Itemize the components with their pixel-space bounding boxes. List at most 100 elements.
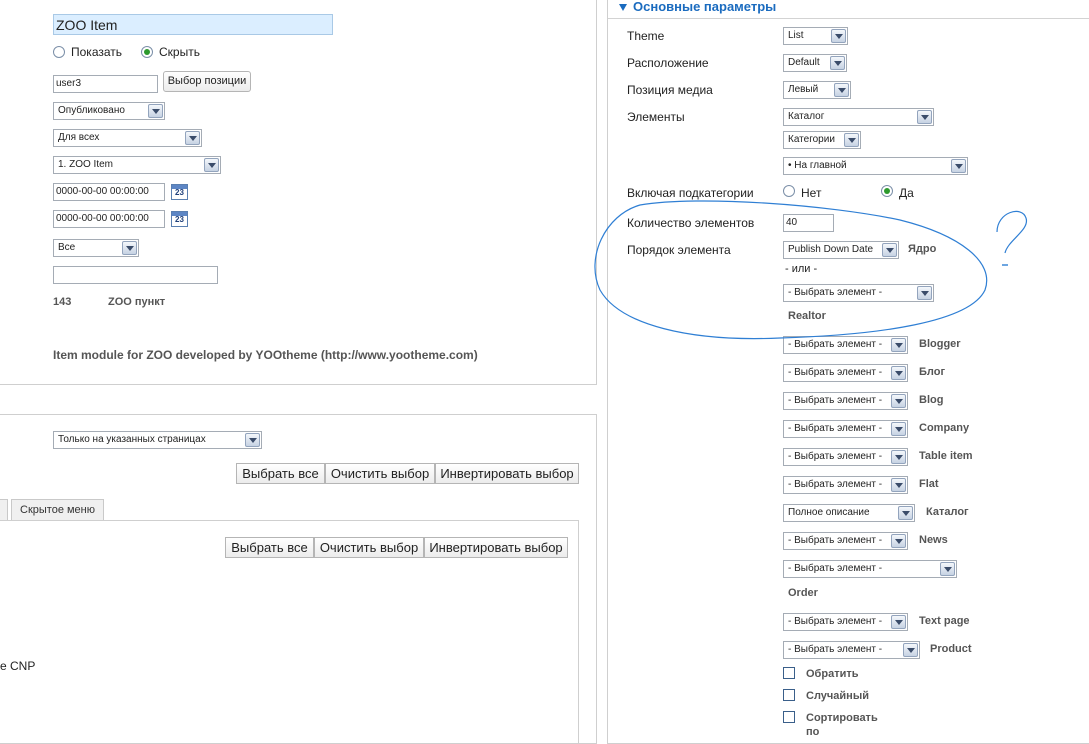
publish-up-input[interactable]: 0000-00-00 00:00:00 [53, 183, 165, 201]
subcat-no-radio[interactable] [783, 185, 795, 197]
element-row-select[interactable]: - Выбрать элемент - [783, 476, 908, 494]
chevron-down-icon [148, 104, 163, 118]
element-row-select[interactable]: - Выбрать элемент - [783, 364, 908, 382]
show-radio-label: Показать [71, 45, 123, 59]
element-row-select[interactable]: - Выбрать элемент - [783, 336, 908, 354]
random-checkbox[interactable] [783, 689, 795, 701]
chevron-down-icon [917, 110, 932, 124]
chevron-down-icon [204, 158, 219, 172]
position-input[interactable]: user3 [53, 75, 158, 93]
order-type-label: Order [788, 587, 818, 599]
choose-element-select[interactable]: - Выбрать элемент - [783, 284, 934, 302]
order-select[interactable]: 1. ZOO Item [53, 156, 221, 174]
tab-partial[interactable] [0, 499, 8, 521]
element-row-label: Blog [919, 394, 944, 406]
element-row-label: Блог [919, 366, 946, 378]
select-all-button[interactable]: Выбрать все [236, 463, 325, 484]
chevron-down-icon [245, 433, 260, 447]
layout-label: Расположение [627, 56, 709, 70]
elements-select[interactable]: Каталог [783, 108, 934, 126]
show-radio[interactable] [53, 46, 65, 58]
media-position-select[interactable]: Левый [783, 81, 851, 99]
assignment-select-value: Только на указанных страницах [58, 434, 206, 445]
frontpage-select-value: • На главной [788, 160, 847, 171]
textpage-select-value: - Выбрать элемент - [788, 616, 883, 627]
chevron-down-icon [844, 133, 859, 147]
element-order-select[interactable]: Publish Down Date [783, 241, 899, 259]
order-type-select[interactable]: - Выбрать элемент - [783, 560, 957, 578]
title-input[interactable]: ZOO Item [53, 14, 333, 35]
invert-selection-button[interactable]: Инвертировать выбор [435, 463, 579, 484]
categories-select-value: Категории [788, 134, 835, 145]
tab-hidden-menu[interactable]: Скрытое меню [11, 499, 104, 521]
chevron-down-icon [122, 241, 137, 255]
calendar-icon[interactable]: 23 [171, 211, 188, 227]
module-type: ZOO пункт [108, 296, 166, 308]
choose-element-select-value: - Выбрать элемент - [788, 287, 883, 298]
params-header[interactable]: Основные параметры [608, 0, 1089, 19]
invert-selection-button-2[interactable]: Инвертировать выбор [424, 537, 568, 558]
element-row-label: Каталог [926, 506, 969, 518]
chevron-down-icon [882, 243, 897, 257]
media-position-select-value: Левый [788, 84, 819, 95]
element-row-label: Company [919, 422, 970, 434]
sort-label: Сортировать [806, 712, 878, 724]
chevron-down-icon [891, 478, 906, 492]
element-row-select-value: Полное описание [788, 507, 870, 518]
calendar-icon[interactable]: 23 [171, 184, 188, 200]
product-select-value: - Выбрать элемент - [788, 644, 883, 655]
element-row-label: Flat [919, 478, 939, 490]
select-all-button-2[interactable]: Выбрать все [225, 537, 314, 558]
chevron-down-icon [830, 56, 845, 70]
subcategories-label: Включая подкатегории [627, 186, 754, 200]
access-select-value: Для всех [58, 132, 100, 143]
note-input[interactable] [53, 266, 218, 284]
chevron-down-icon [891, 338, 906, 352]
hide-radio[interactable] [141, 46, 153, 58]
publish-down-input[interactable]: 0000-00-00 00:00:00 [53, 210, 165, 228]
element-row-select[interactable]: - Выбрать элемент - [783, 420, 908, 438]
element-row-select-value: - Выбрать элемент - [788, 395, 883, 406]
theme-select[interactable]: List [783, 27, 848, 45]
access-select[interactable]: Для всех [53, 129, 202, 147]
select-position-button[interactable]: Выбор позиции [163, 71, 251, 92]
frontpage-select[interactable]: • На главной [783, 157, 968, 175]
sort-checkbox[interactable] [783, 711, 795, 723]
subcat-no-label: Нет [801, 186, 822, 200]
published-select[interactable]: Опубликовано [53, 102, 165, 120]
element-row-select[interactable]: - Выбрать элемент - [783, 392, 908, 410]
chevron-down-icon [891, 534, 906, 548]
menu-item-partial: e CNP [0, 659, 36, 673]
categories-select[interactable]: Категории [783, 131, 861, 149]
clear-selection-button[interactable]: Очистить выбор [325, 463, 435, 484]
element-order-label: Порядок элемента [627, 243, 731, 257]
chevron-down-icon [831, 29, 846, 43]
textpage-label: Text page [919, 615, 970, 627]
subcat-yes-radio[interactable] [881, 185, 893, 197]
element-order-select-value: Publish Down Date [788, 244, 874, 255]
clear-selection-button-2[interactable]: Очистить выбор [314, 537, 424, 558]
element-row-select[interactable]: Полное описание [783, 504, 915, 522]
element-row-label: Table item [919, 450, 973, 462]
element-row-select[interactable]: - Выбрать элемент - [783, 448, 908, 466]
chevron-down-icon [891, 366, 906, 380]
element-row-label: News [919, 534, 948, 546]
sort-label-continued: по [806, 726, 820, 738]
element-row-select-value: - Выбрать элемент - [788, 535, 883, 546]
chevron-down-icon [185, 131, 200, 145]
assignment-select[interactable]: Только на указанных страницах [53, 431, 262, 449]
element-row-select[interactable]: - Выбрать элемент - [783, 532, 908, 550]
reverse-checkbox[interactable] [783, 667, 795, 679]
element-count-input[interactable]: 40 [783, 214, 834, 232]
language-select-value: Все [58, 242, 76, 253]
textpage-select[interactable]: - Выбрать элемент - [783, 613, 908, 631]
subcat-yes-label: Да [899, 186, 914, 200]
order-select-value: 1. ZOO Item [58, 159, 114, 170]
theme-select-value: List [788, 30, 804, 41]
language-select[interactable]: Все [53, 239, 139, 257]
product-select[interactable]: - Выбрать элемент - [783, 641, 920, 659]
layout-select[interactable]: Default [783, 54, 847, 72]
chevron-down-icon [891, 394, 906, 408]
theme-label: Theme [627, 29, 665, 43]
chevron-down-icon [940, 562, 955, 576]
